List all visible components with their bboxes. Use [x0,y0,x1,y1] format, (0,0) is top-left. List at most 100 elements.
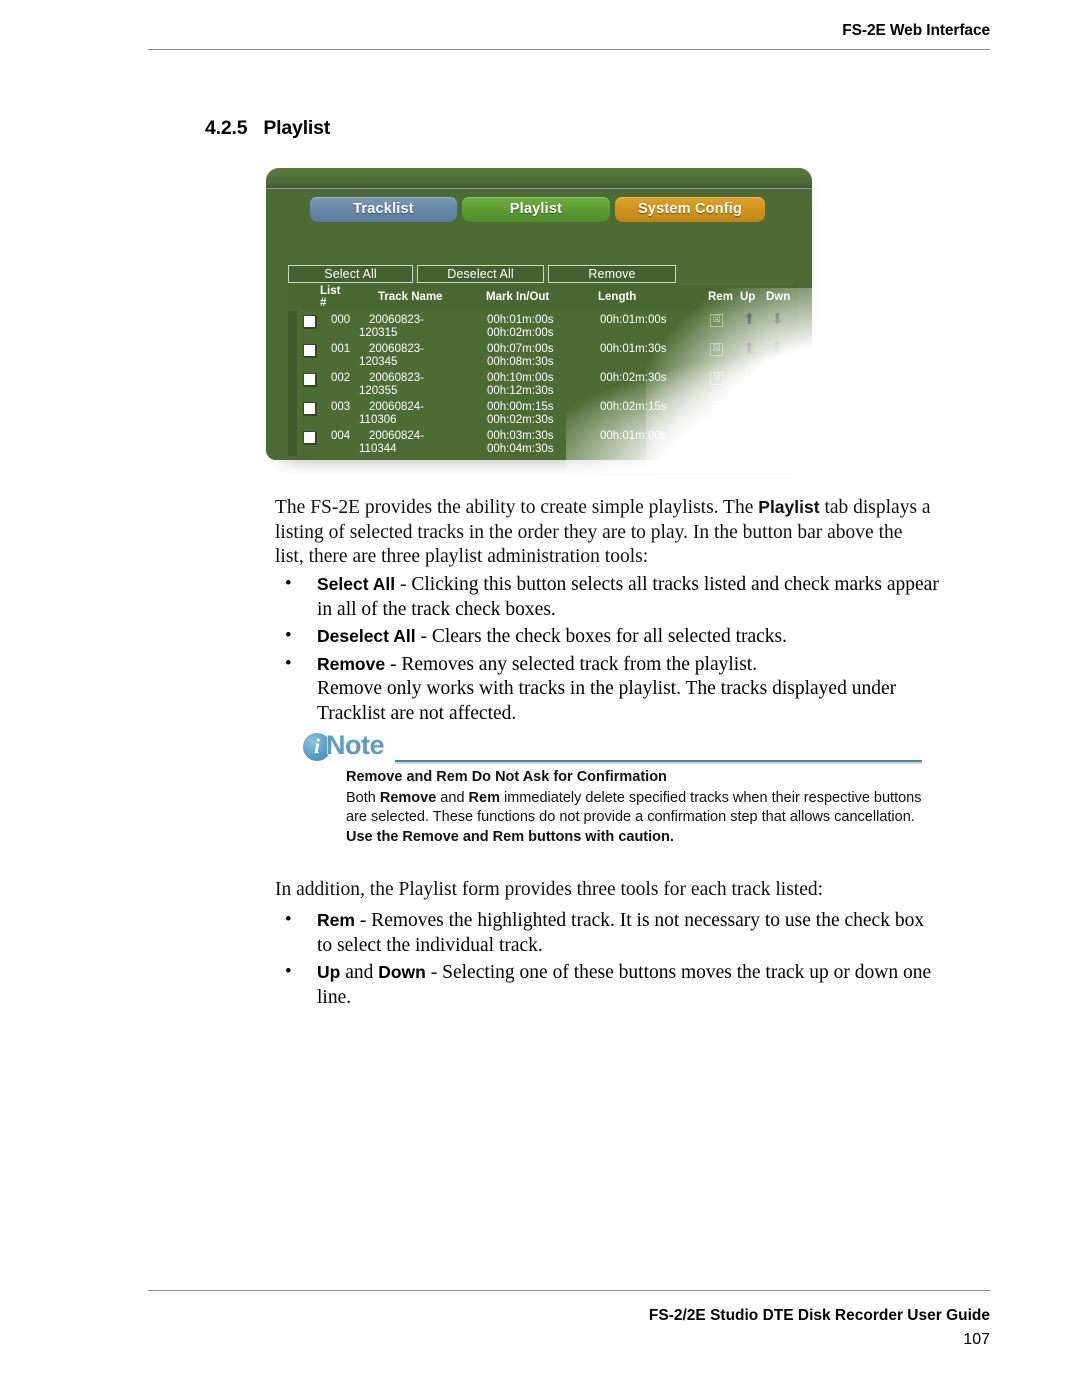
cell-mark-in: 00h:07m:00s [487,343,554,355]
bullet-dot-icon: • [285,625,292,646]
table-row[interactable]: 002 20060823- 120355 00h:10m:00s 00h:12m… [297,369,789,398]
section-title: Playlist [263,117,331,139]
table-header-row: List # Track Name Mark In/Out Length Rem… [288,285,798,311]
cell-track-name-line2: 120355 [359,385,398,397]
arrow-up-icon[interactable]: ⬆ [743,341,756,356]
cell-length: 00h:01m:30s [600,343,667,355]
bullet-dot-icon: • [285,909,292,930]
cell-track-name-line2: 120345 [359,356,398,368]
cell-list-number: 003 [331,401,351,413]
bullet-term-select-all: Select All [317,574,396,594]
column-header-dwn: Dwn [766,291,791,303]
cell-mark-in: 00h:01m:00s [487,314,554,326]
column-header-length: Length [598,291,637,303]
list-item: • Remove - Removes any selected track fro… [275,652,940,727]
remove-track-icon[interactable]: ☒ [710,343,723,356]
row-checkbox[interactable] [303,344,316,357]
bullet-dot-icon: • [285,652,292,674]
row-checkbox[interactable] [303,315,316,328]
cell-length: 00h:02m:15s [600,401,667,413]
bullet-dot-icon: • [285,961,292,982]
note-caution-line: Use the Remove and Rem buttons with caut… [346,828,674,845]
cell-track-name-line1: 20060823- [369,372,424,384]
remove-track-icon[interactable]: ☒ [710,430,723,443]
bullet-term-remove: Remove [317,653,386,674]
arrow-up-icon[interactable]: ⬆ [743,370,756,385]
remove-track-icon[interactable]: ☒ [710,314,723,327]
arrow-down-icon[interactable]: ⬇ [771,312,784,327]
bullet-term-deselect-all: Deselect All [317,626,416,646]
bullet-continuation: Remove only works with tracks in the pla… [317,678,897,724]
row-checkbox[interactable] [303,373,316,386]
bullet-term-rem: Rem [317,910,355,930]
page-title: 4.2.5 Playlist [205,117,330,140]
cell-mark-out: 00h:12m:30s [487,385,554,397]
intro-paragraph: The FS-2E provides the ability to create… [275,495,935,570]
list-item: • Up and Down - Selecting one of these bu… [275,960,940,1010]
list-item: • Deselect All - Clears the check boxes f… [275,624,940,650]
bullet-text: - Clicking this button selects all track… [317,574,939,620]
note-title: Remove and Rem Do Not Ask for Confirmati… [346,769,667,785]
running-header-title: FS-2E Web Interface [842,22,990,39]
cell-track-name-line2: 120315 [359,327,398,339]
cell-track-name-line1: 20060823- [369,314,424,326]
arrow-down-icon[interactable]: ⬇ [771,428,784,443]
table-row[interactable]: 001 20060823- 120345 00h:07m:00s 00h:08m… [297,340,789,369]
note-text-1: Both [346,789,380,806]
table-row[interactable]: 004 20060824- 110344 00h:03m:30s 00h:04m… [297,427,789,456]
bullet-term-up: Up [317,962,341,982]
cell-mark-out: 00h:02m:30s [487,414,554,426]
table-row[interactable]: 000 20060823- 120315 00h:01m:00s 00h:02m… [297,311,789,340]
tab-playlist[interactable]: Playlist [462,197,610,222]
cell-list-number: 000 [331,314,351,326]
bullet-dot-icon: • [285,573,292,594]
note-label: Note [325,729,385,760]
arrow-down-icon[interactable]: ⬇ [771,399,784,414]
note-bold-remove: Remove [379,789,437,806]
note-callout: i Note Remove and Rem Do Not Ask for Con… [302,729,922,847]
note-body: Remove and Rem Do Not Ask for Confirmati… [302,768,922,847]
list-item: • Select All - Clicking this button selec… [275,572,940,622]
web-interface-panel: Tracklist Playlist System Config Select … [266,168,812,460]
table-body: 000 20060823- 120315 00h:01m:00s 00h:02m… [288,311,789,456]
bullet-text: - Removes any selected track from the pl… [385,653,758,675]
arrow-down-icon[interactable]: ⬇ [771,370,784,385]
arrow-down-icon[interactable]: ⬇ [771,341,784,356]
arrow-up-icon[interactable]: ⬆ [743,428,756,443]
cell-track-name-line2: 110306 [359,414,397,426]
panel-body: Tracklist Playlist System Config Select … [266,189,812,460]
list-item: • Rem - Removes the highlighted track. It… [275,908,940,958]
cell-mark-out: 00h:04m:30s [487,443,554,455]
note-divider [395,760,922,762]
cell-list-number: 002 [331,372,351,384]
playlist-table: List # Track Name Mark In/Out Length Rem… [288,285,798,456]
remove-button[interactable]: Remove [548,265,676,283]
footer-divider [148,1290,990,1291]
deselect-all-button[interactable]: Deselect All [417,265,544,283]
intro-bold-playlist: Playlist [758,497,820,517]
bullet-term-down: Down [378,962,426,982]
row-checkbox[interactable] [303,402,316,415]
table-row[interactable]: 003 20060824- 110306 00h:00m:15s 00h:02m… [297,398,789,427]
tab-tracklist[interactable]: Tracklist [310,197,457,222]
arrow-up-icon[interactable]: ⬆ [743,399,756,414]
remove-track-icon[interactable]: ☒ [710,372,723,385]
page-number: 107 [963,1331,990,1348]
cell-track-name-line1: 20060823- [369,343,424,355]
playlist-button-bar: Select All Deselect All Remove [288,265,676,283]
playlist-screenshot-figure: Tracklist Playlist System Config Select … [266,168,831,473]
cell-list-number: 004 [331,430,351,442]
row-checkbox[interactable] [303,431,316,444]
cell-track-name-line2: 110344 [359,443,397,455]
intro-text-1: The FS-2E provides the ability to create… [275,497,759,518]
note-text-2: and [436,789,469,806]
remove-track-icon[interactable]: ☒ [710,401,723,414]
page-header: FS-2E Web Interface [148,22,990,50]
arrow-up-icon[interactable]: ⬆ [743,312,756,327]
column-header-up: Up [740,291,756,303]
column-header-track-name: Track Name [378,291,443,303]
tab-system-config[interactable]: System Config [615,197,765,222]
bullet-text: - Clears the check boxes for all selecte… [415,626,788,647]
select-all-button[interactable]: Select All [288,265,413,283]
cell-list-number: 001 [331,343,351,355]
